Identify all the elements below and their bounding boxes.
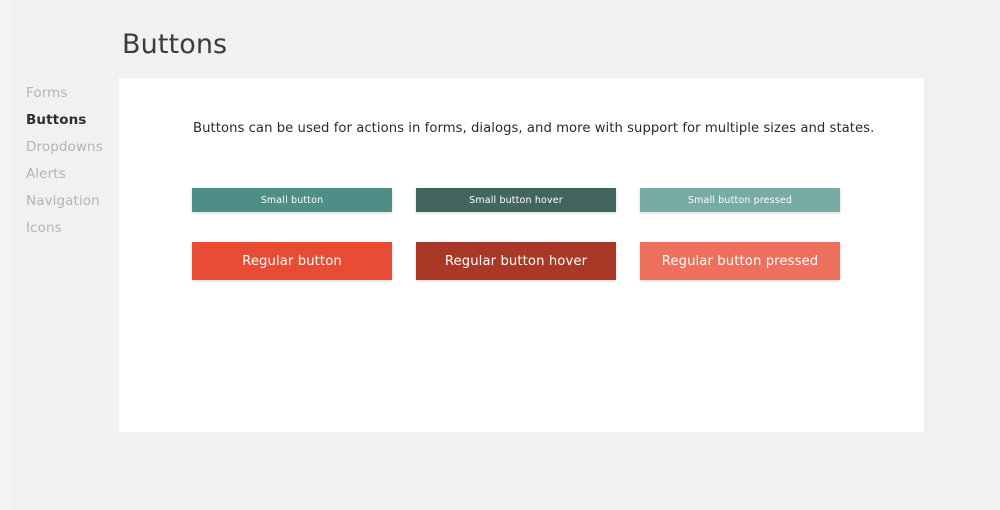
sidebar-item-navigation[interactable]: Navigation — [0, 188, 119, 215]
regular-button-pressed[interactable]: Regular button pressed — [640, 242, 840, 280]
sidebar-nav: Forms Buttons Dropdowns Alerts Navigatio… — [0, 80, 119, 242]
left-edge-strip — [0, 0, 12, 510]
section-description: Buttons can be used for actions in forms… — [193, 121, 875, 136]
content-card: Buttons can be used for actions in forms… — [119, 78, 924, 432]
page-title: Buttons — [122, 29, 228, 60]
sidebar-item-dropdowns[interactable]: Dropdowns — [0, 134, 119, 161]
sidebar-item-icons[interactable]: Icons — [0, 215, 119, 242]
small-button-hover[interactable]: Small button hover — [416, 188, 616, 212]
button-grid: Small button Small button hover Small bu… — [192, 188, 840, 280]
regular-button-default[interactable]: Regular button — [192, 242, 392, 280]
regular-button-hover[interactable]: Regular button hover — [416, 242, 616, 280]
small-button-row: Small button Small button hover Small bu… — [192, 188, 840, 212]
sidebar-item-alerts[interactable]: Alerts — [0, 161, 119, 188]
sidebar-item-forms[interactable]: Forms — [0, 80, 119, 107]
small-button-default[interactable]: Small button — [192, 188, 392, 212]
small-button-pressed[interactable]: Small button pressed — [640, 188, 840, 212]
sidebar-item-buttons[interactable]: Buttons — [0, 107, 119, 134]
regular-button-row: Regular button Regular button hover Regu… — [192, 242, 840, 280]
